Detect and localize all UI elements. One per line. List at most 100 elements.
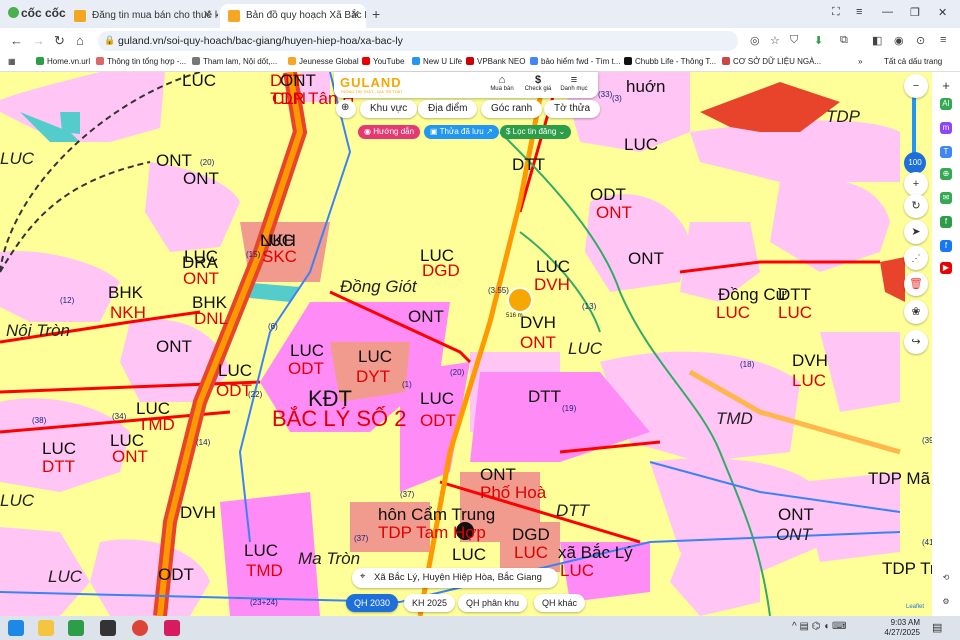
youtube-icon[interactable]: ▶: [940, 262, 952, 274]
map-label: ONT: [156, 337, 192, 356]
planning-map[interactable]: LUC DTT ONT CLN ONT ONT LUC DRA LUC ONT NKH SKC LUC D…: [0, 72, 932, 616]
map-label: DVH: [534, 275, 570, 294]
zoom-out-button[interactable]: −: [904, 74, 928, 98]
delete-icon[interactable]: 🗑: [904, 272, 928, 296]
close-window-icon[interactable]: ✕: [938, 6, 947, 19]
chip-khu-vuc[interactable]: Khu vực: [360, 100, 418, 118]
close-tab-icon[interactable]: ✕: [203, 8, 212, 21]
tab-search-icon[interactable]: ≡: [856, 6, 862, 18]
measure-icon[interactable]: ⋰: [904, 246, 928, 270]
more-bookmarks-icon[interactable]: »: [858, 57, 862, 66]
bookmark-item[interactable]: Chubb Life - Thông T...: [624, 57, 716, 66]
map-label: ONT: [183, 169, 219, 188]
chat-icon[interactable]: ✉: [940, 192, 952, 204]
tab-qh-khac[interactable]: QH khác: [534, 594, 586, 612]
forward-icon[interactable]: →: [32, 33, 45, 48]
ai-icon[interactable]: AI: [940, 98, 952, 110]
map-label: DTT: [556, 501, 590, 520]
download-icon[interactable]: ⬇: [814, 34, 823, 47]
reload-icon[interactable]: ↻: [54, 33, 65, 49]
home-icon[interactable]: ⌂: [76, 33, 84, 48]
profile-icon[interactable]: ◉: [894, 34, 904, 47]
account-icon[interactable]: ⊙: [916, 34, 925, 47]
share-icon[interactable]: ↪: [904, 330, 928, 354]
start-icon[interactable]: [8, 620, 24, 636]
guide-button[interactable]: ◉ Hướng dẫn: [358, 125, 421, 139]
tab-dang-tin[interactable]: Đăng tin mua bán cho thuê ký gử✕: [66, 4, 218, 28]
zoom-in-button[interactable]: +: [904, 172, 928, 196]
app-icon[interactable]: f: [940, 216, 952, 228]
bookmark-item[interactable]: YouTube: [362, 57, 404, 66]
chip-goc-ranh[interactable]: Góc ranh: [481, 100, 543, 118]
bookmark-item[interactable]: Tham lam, Nội dốt,...: [192, 57, 277, 66]
category-button[interactable]: ≡ Danh mục: [556, 74, 592, 92]
coccoc-icon[interactable]: [68, 620, 84, 636]
chip-dia-diem[interactable]: Địa điểm: [418, 100, 478, 118]
saved-parcels-button[interactable]: ▣ Thửa đã lưu ↗: [424, 125, 499, 139]
filter-listings-button[interactable]: $ Lọc tin đăng ⌄: [500, 125, 572, 139]
bookmark-item[interactable]: Thông tin tổng hợp -...: [96, 57, 186, 66]
history-icon[interactable]: ⟲: [940, 572, 952, 584]
bookmark-item[interactable]: CƠ SỞ DỮ LIỆU NGÀ...: [722, 57, 821, 66]
bookmark-item[interactable]: Home.vn.url: [36, 57, 90, 66]
map-label: TDP Trại Quần: [882, 559, 932, 578]
settings-icon[interactable]: ⚙: [940, 596, 952, 608]
file-explorer-icon[interactable]: [38, 620, 54, 636]
minimize-icon[interactable]: —: [882, 6, 893, 18]
notification-icon[interactable]: ▤: [932, 621, 942, 634]
leaflet-attribution[interactable]: Leaflet: [906, 604, 924, 610]
bookmark-item[interactable]: New U Life: [412, 57, 462, 66]
map-label: ONT: [480, 465, 516, 484]
sidebar-toggle-icon[interactable]: ◧: [872, 34, 882, 47]
map-label: ODT: [216, 381, 252, 400]
close-tab-icon[interactable]: ✕: [351, 8, 360, 21]
back-icon[interactable]: ←: [10, 33, 23, 48]
system-tray-icon[interactable]: ^ ▤ ⌬ ◖ ⌨: [792, 621, 846, 632]
buy-sell-button[interactable]: ⌂ Mua bán: [484, 74, 520, 92]
check-price-button[interactable]: $ Check giá: [520, 74, 556, 92]
chip-to-thua[interactable]: Tờ thửa: [544, 100, 601, 118]
apps-icon[interactable]: ▦: [8, 57, 16, 66]
map-label: LUC: [568, 339, 603, 358]
navigate-icon[interactable]: ➤: [904, 220, 928, 244]
browser-logo[interactable]: cốc cốc: [8, 6, 66, 20]
map-label: DTT: [528, 387, 562, 406]
location-icon[interactable]: ◎: [750, 34, 760, 47]
bookmark-item[interactable]: bảo hiểm fwd - Tìm t...: [530, 57, 620, 66]
extensions-icon[interactable]: ⧉: [840, 34, 848, 47]
bookmark-item[interactable]: VPBank NEO: [466, 57, 525, 66]
all-bookmarks[interactable]: Tất cả dấu trang: [884, 57, 942, 66]
add-icon[interactable]: +: [940, 79, 952, 92]
map-label: ONT: [408, 307, 444, 326]
new-tab-icon[interactable]: +: [372, 6, 380, 22]
map-label: hôn Cẩm Trung: [378, 505, 496, 524]
map-label: LUC: [0, 149, 35, 168]
tab-qh-2030[interactable]: QH 2030: [346, 594, 399, 612]
bookmark-item[interactable]: Jeunesse Global: [288, 57, 359, 66]
address-bar[interactable]: 🔒 guland.vn/soi-quy-hoach/bac-giang/huyen…: [98, 31, 780, 51]
zoom-level[interactable]: 100: [904, 152, 926, 174]
bookmark-star-icon[interactable]: ☆: [770, 34, 780, 47]
shield-icon[interactable]: ⛉: [790, 34, 798, 47]
chrome-icon[interactable]: [132, 620, 148, 636]
messenger-icon[interactable]: m: [940, 122, 952, 134]
translate-icon[interactable]: T: [940, 146, 952, 158]
locate-icon[interactable]: ⊕: [336, 100, 356, 118]
parcel-number: (38): [32, 416, 47, 425]
screenshot-icon[interactable]: ⛶: [832, 6, 840, 19]
tab-kh-2025[interactable]: KH 2025: [404, 594, 456, 612]
layers-icon[interactable]: ❀: [904, 300, 928, 324]
maximize-icon[interactable]: ❐: [910, 6, 920, 19]
security-icon[interactable]: [100, 620, 116, 636]
app-icon[interactable]: [164, 620, 180, 636]
location-address[interactable]: ⌖ Xã Bắc Lý, Huyện Hiệp Hòa, Bắc Giang: [352, 568, 558, 588]
guland-logo[interactable]: GULAND: [340, 75, 402, 90]
menu-icon[interactable]: ≡: [940, 34, 946, 46]
refresh-icon[interactable]: ↻: [904, 194, 928, 218]
tab-qh-phan-khu[interactable]: QH phân khu: [458, 594, 528, 612]
game-icon[interactable]: ⊕: [940, 168, 952, 180]
zoom-slider[interactable]: [912, 96, 916, 156]
facebook-icon[interactable]: f: [940, 240, 952, 252]
tab-ban-do[interactable]: Bản đồ quy hoạch Xã Bắc Lý ✕: [220, 4, 366, 28]
clock[interactable]: 9:03 AM 4/27/2025: [880, 618, 920, 638]
